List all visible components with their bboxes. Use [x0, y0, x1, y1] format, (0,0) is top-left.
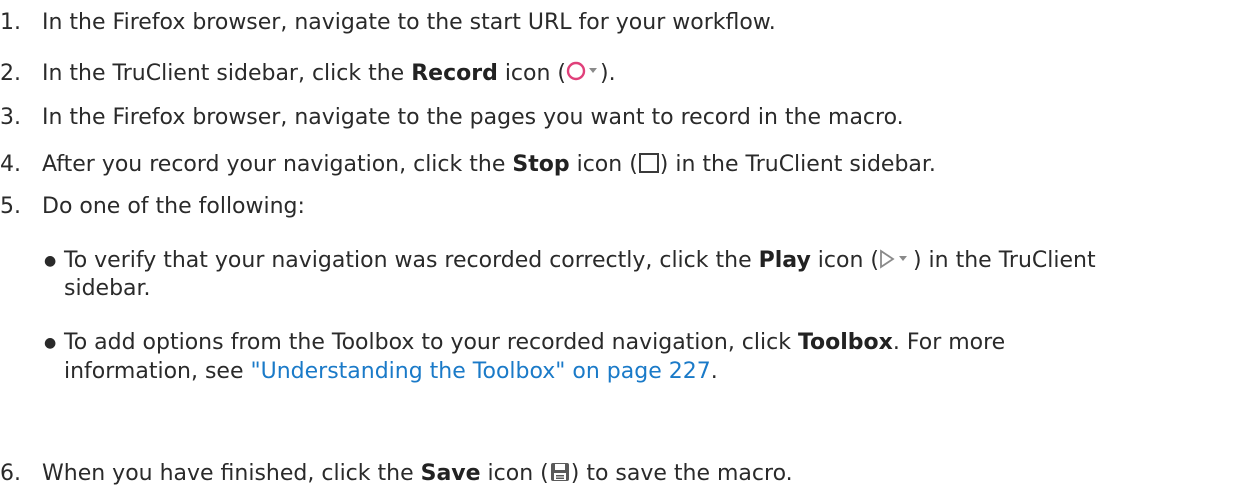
bullet-text-continuation-post: .	[710, 359, 718, 384]
step-text: In the Firefox browser, navigate to the …	[42, 10, 776, 35]
understanding-toolbox-link[interactable]: "Understanding the Toolbox" on page 227	[250, 359, 710, 384]
stop-icon	[638, 152, 660, 183]
bullet-text-post: . For more	[892, 330, 1006, 355]
play-keyword: Play	[758, 248, 811, 273]
record-icon	[566, 59, 600, 92]
step-6: 6. When you have finished, click the Save…	[0, 459, 793, 489]
record-keyword: Record	[411, 61, 498, 86]
step-text-mid: icon (	[480, 461, 549, 486]
step-text-mid: icon (	[569, 152, 638, 177]
step-text: In the Firefox browser, navigate to the …	[42, 105, 904, 130]
step-text-mid: icon (	[497, 61, 567, 86]
save-icon	[549, 461, 571, 492]
step-number: 6.	[0, 461, 21, 486]
step-number: 3.	[0, 105, 21, 130]
step-number: 4.	[0, 152, 21, 177]
step-text-post: ) in the TruClient sidebar.	[659, 152, 936, 177]
step-text-pre: When you have finished, click the	[42, 461, 421, 486]
procedure-document: 1. In the Firefox browser, navigate to th…	[0, 0, 1233, 501]
bullet-text-pre: To verify that your navigation was recor…	[64, 248, 759, 273]
step-4: 4. After you record your navigation, clic…	[0, 150, 936, 180]
bullet-text-pre: To add options from the Toolbox to your …	[64, 330, 798, 355]
bullet-item-play: ● To verify that your navigation was reco…	[44, 246, 1096, 276]
step-1: 1. In the Firefox browser, navigate to th…	[0, 8, 776, 38]
toolbox-keyword: Toolbox	[797, 330, 893, 355]
bullet-text-continuation-pre: information, see	[64, 359, 251, 384]
play-icon	[879, 248, 913, 279]
step-text-pre: In the TruClient sidebar, click the	[42, 61, 412, 86]
bullet-item-play-continuation: sidebar.	[64, 274, 151, 304]
bullet-marker: ●	[44, 335, 57, 351]
step-3: 3. In the Firefox browser, navigate to th…	[0, 103, 904, 133]
step-text-post: ) to save the macro.	[570, 461, 793, 486]
step-number: 5.	[0, 194, 21, 219]
bullet-text-continuation: sidebar.	[64, 276, 151, 301]
step-number: 2.	[0, 61, 21, 86]
step-text-pre: After you record your navigation, click …	[42, 152, 513, 177]
save-keyword: Save	[420, 461, 481, 486]
step-number: 1.	[0, 10, 21, 35]
bullet-marker: ●	[44, 253, 57, 269]
stop-keyword: Stop	[512, 152, 570, 177]
bullet-item-toolbox-continuation: information, see "Understanding the Tool…	[64, 357, 718, 387]
bullet-text-post: ) in the TruClient	[912, 248, 1096, 273]
bullet-text-mid: icon (	[810, 248, 879, 273]
step-text: Do one of the following:	[42, 194, 305, 219]
step-text-post: ).	[600, 61, 616, 86]
bullet-item-toolbox: ● To add options from the Toolbox to your…	[44, 328, 1005, 358]
step-5: 5. Do one of the following:	[0, 192, 305, 222]
step-2: 2. In the TruClient sidebar, click the Re…	[0, 59, 616, 89]
